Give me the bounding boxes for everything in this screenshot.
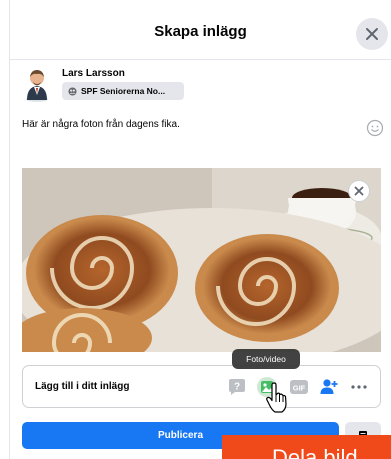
dialog-title: Skapa inlägg [154, 23, 247, 40]
remove-photo-button[interactable] [348, 180, 370, 202]
tooltip: Foto/video [232, 349, 300, 369]
avatar[interactable] [22, 66, 52, 102]
svg-text:?: ? [234, 382, 240, 393]
author-name[interactable]: Lars Larsson [62, 68, 125, 79]
gif-icon[interactable]: GIF [289, 377, 309, 397]
add-to-post-bar: Lägg till i ditt inlägg ? GIF [22, 365, 381, 408]
banner-text: Dela bild [272, 445, 358, 459]
svg-text:GIF: GIF [293, 384, 306, 393]
dialog-header: Skapa inlägg [10, 0, 391, 60]
audience-label: SPF Seniorerna No... [81, 86, 166, 96]
share-banner: Dela bild [222, 435, 391, 459]
question-icon[interactable]: ? [227, 377, 247, 397]
add-to-post-label: Lägg till i ditt inlägg [35, 381, 130, 392]
more-icon[interactable] [349, 377, 369, 397]
close-icon [354, 186, 364, 196]
close-button[interactable] [356, 18, 388, 50]
group-icon [68, 86, 77, 96]
cinnamon-buns-and-coffee-photo [22, 168, 381, 352]
photo-video-icon[interactable] [257, 377, 277, 397]
dialog-edge [9, 0, 10, 459]
close-icon [366, 28, 378, 40]
audience-selector[interactable]: SPF Seniorerna No... [62, 82, 184, 100]
create-post-dialog: Skapa inlägg Lars Larsson SPF Seniorerna… [0, 0, 391, 459]
post-text-input[interactable]: Här är några foton från dagens fika. [22, 119, 180, 130]
emoji-icon[interactable] [366, 119, 384, 137]
tag-people-icon[interactable] [319, 377, 339, 397]
